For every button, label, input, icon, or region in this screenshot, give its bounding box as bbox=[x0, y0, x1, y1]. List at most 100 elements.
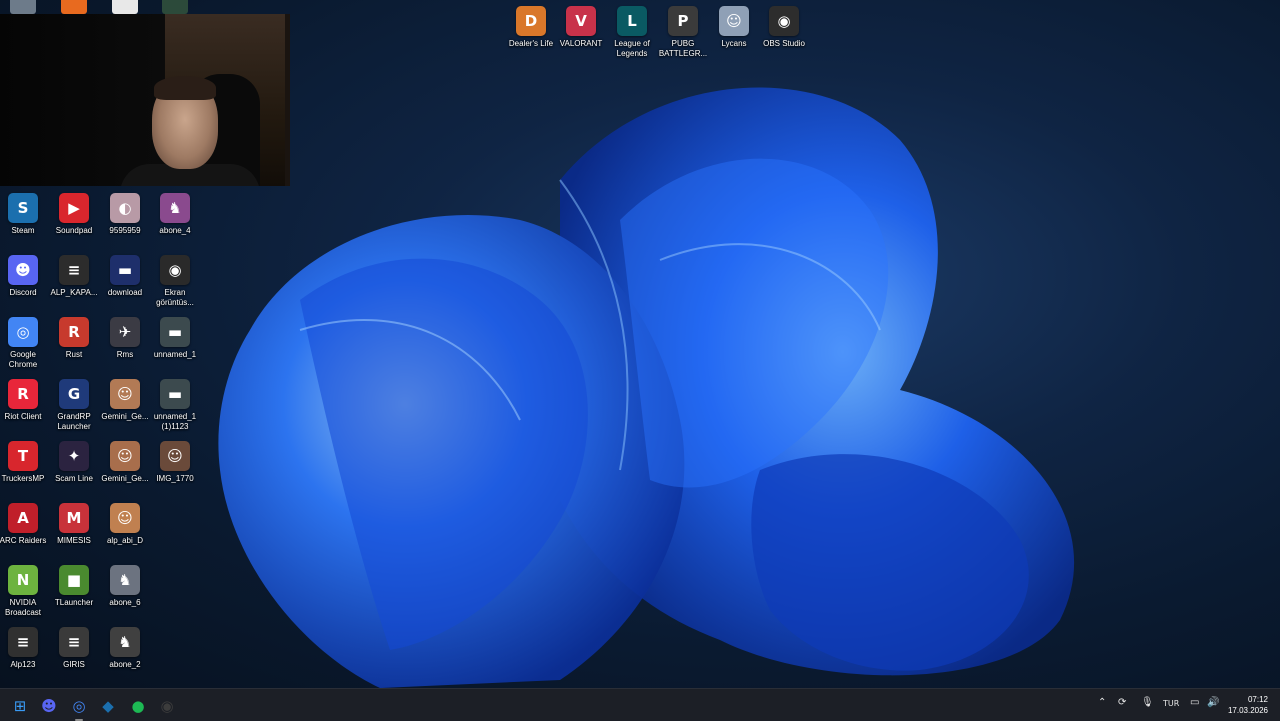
desktop-shortcut[interactable]: V VALORANT bbox=[555, 6, 607, 49]
obs-icon: ◉ bbox=[769, 6, 799, 36]
pubg-icon: P bbox=[668, 6, 698, 36]
shortcut-label: abone_2 bbox=[109, 660, 141, 669]
desktop-shortcut[interactable]: ♞ abone_2 bbox=[99, 627, 151, 670]
clock-time: 07:12 bbox=[1247, 695, 1268, 704]
shortcut-label: Alp123 bbox=[10, 660, 36, 669]
image-icon: ▬ bbox=[110, 255, 140, 285]
shortcut-label: PUBG BATTLEGR... bbox=[658, 39, 708, 58]
desktop-shortcut[interactable]: ▶ Soundpad bbox=[48, 193, 100, 236]
desktop-shortcut[interactable]: ◉ Ekran görüntüs... bbox=[149, 255, 201, 308]
desktop-shortcut[interactable]: ◎ Google Chrome bbox=[0, 317, 49, 370]
shortcut-label: VALORANT bbox=[559, 39, 603, 48]
desktop-shortcut[interactable]: ≡ Alp123 bbox=[0, 627, 49, 670]
obs-taskbar[interactable]: ◉ bbox=[156, 695, 178, 717]
discord-icon: ☻ bbox=[8, 255, 38, 285]
mimesis-icon: M bbox=[59, 503, 89, 533]
desktop-shortcut[interactable]: ✦ Scam Line bbox=[48, 441, 100, 484]
image-icon: ▬ bbox=[160, 317, 190, 347]
shortcut-label: GIRIS bbox=[63, 660, 85, 669]
desktop-shortcut[interactable]: A ARC Raiders bbox=[0, 503, 49, 546]
desktop-shortcut[interactable]: ☺ alp_abi_D bbox=[99, 503, 151, 546]
desktop-shortcut[interactable]: S Steam bbox=[0, 193, 49, 236]
chevron-up-icon[interactable]: ⌃ bbox=[1098, 697, 1106, 708]
shortcut-label: abone_6 bbox=[109, 598, 141, 607]
image-icon: ◐ bbox=[110, 193, 140, 223]
discord-taskbar[interactable]: ☻ bbox=[38, 695, 60, 717]
start-button[interactable]: ⊞ bbox=[9, 695, 31, 717]
language-indicator[interactable]: TUR bbox=[1163, 699, 1179, 708]
volume-icon[interactable]: 🔊 bbox=[1207, 697, 1219, 708]
shortcut-label: Discord bbox=[9, 288, 37, 297]
wolf-icon: ♞ bbox=[110, 627, 140, 657]
shortcut-label: Rms bbox=[116, 350, 134, 359]
shortcut-label: Rust bbox=[65, 350, 83, 359]
taskbar: ⊞ ☻ ◎ ◆ ● ◉ ⌃ ⟳ 🎙 TUR ▭ 🔊 07:12 17.03.2026 bbox=[0, 688, 1280, 721]
desktop-shortcut[interactable]: R Rust bbox=[48, 317, 100, 360]
desktop-shortcut[interactable]: ☺ Gemini_Ge... bbox=[99, 441, 151, 484]
shortcut-label: MIMESIS bbox=[57, 536, 91, 545]
rust-icon: R bbox=[59, 317, 89, 347]
steam-taskbar[interactable]: ◆ bbox=[97, 695, 119, 717]
desktop-shortcut[interactable]: G GrandRP Launcher bbox=[48, 379, 100, 432]
chrome-icon: ◎ bbox=[8, 317, 38, 347]
valorant-icon: V bbox=[566, 6, 596, 36]
photo-icon: ☺ bbox=[160, 441, 190, 471]
partial-icon-2[interactable] bbox=[61, 0, 87, 14]
network-icon[interactable]: ⟳ bbox=[1118, 697, 1126, 708]
desktop-shortcut[interactable]: ≡ GIRIS bbox=[48, 627, 100, 670]
desktop-shortcut[interactable]: ▬ unnamed_1 (1)1123 bbox=[149, 379, 201, 432]
alp-kapa-icon: ≡ bbox=[59, 255, 89, 285]
portrait-icon: ☺ bbox=[110, 441, 140, 471]
partial-icon-1[interactable] bbox=[10, 0, 36, 14]
chrome-icon: ◎ bbox=[72, 697, 86, 715]
desktop-shortcut[interactable]: ◐ 9595959 bbox=[99, 193, 151, 236]
spotify-taskbar[interactable]: ● bbox=[127, 695, 149, 717]
spotify-icon: ● bbox=[131, 697, 145, 715]
soundpad-icon: ▶ bbox=[59, 193, 89, 223]
display-icon[interactable]: ▭ bbox=[1190, 697, 1199, 708]
microphone-icon[interactable]: 🎙 bbox=[1141, 697, 1154, 708]
obs-icon: ◉ bbox=[160, 697, 174, 715]
desktop-shortcut[interactable]: ☺ Gemini_Ge... bbox=[99, 379, 151, 422]
desktop-shortcut[interactable]: N NVIDIA Broadcast bbox=[0, 565, 49, 618]
portrait-icon: ☺ bbox=[110, 503, 140, 533]
desktop-shortcut[interactable]: M MIMESIS bbox=[48, 503, 100, 546]
desktop-shortcut[interactable]: ▬ download bbox=[99, 255, 151, 298]
desktop-shortcut[interactable]: ♞ abone_4 bbox=[149, 193, 201, 236]
nvidia-icon: N bbox=[8, 565, 38, 595]
giris-icon: ≡ bbox=[59, 627, 89, 657]
desktop-shortcut[interactable]: ▬ unnamed_1 bbox=[149, 317, 201, 360]
windows-icon: ⊞ bbox=[13, 697, 27, 715]
shortcut-label: Gemini_Ge... bbox=[101, 474, 149, 483]
shortcut-label: Google Chrome bbox=[8, 350, 38, 369]
discord-icon: ☻ bbox=[41, 697, 57, 715]
desktop-shortcut[interactable]: ✈ Rms bbox=[99, 317, 151, 360]
shortcut-label: 9595959 bbox=[109, 226, 141, 235]
desktop-shortcut[interactable]: R Riot Client bbox=[0, 379, 49, 422]
clock-date: 17.03.2026 bbox=[1227, 706, 1268, 715]
desktop-shortcut[interactable]: D Dealer's Life bbox=[505, 6, 557, 49]
system-clock[interactable]: 07:12 17.03.2026 bbox=[1228, 694, 1268, 716]
shortcut-label: GrandRP Launcher bbox=[57, 412, 91, 431]
partial-icon-4[interactable] bbox=[162, 0, 188, 14]
desktop-shortcut[interactable]: ◉ OBS Studio bbox=[758, 6, 810, 49]
desktop-shortcut[interactable]: ■ TLauncher bbox=[48, 565, 100, 608]
shortcut-label: ALP_KAPA... bbox=[50, 288, 98, 297]
desktop-shortcut[interactable]: T TruckersMP bbox=[0, 441, 49, 484]
portrait-icon: ☺ bbox=[110, 379, 140, 409]
desktop-shortcut[interactable]: L League of Legends bbox=[606, 6, 658, 59]
webcam-hair bbox=[154, 76, 216, 100]
desktop-shortcut[interactable]: P PUBG BATTLEGR... bbox=[657, 6, 709, 59]
desktop-shortcut[interactable]: ☻ Discord bbox=[0, 255, 49, 298]
shortcut-label: Ekran görüntüs... bbox=[156, 288, 194, 307]
desktop-shortcut[interactable]: ♞ abone_6 bbox=[99, 565, 151, 608]
desktop-shortcut[interactable]: ☺ IMG_1770 bbox=[149, 441, 201, 484]
desktop-shortcut[interactable]: ≡ ALP_KAPA... bbox=[48, 255, 100, 298]
lycans-icon: ☺ bbox=[719, 6, 749, 36]
shortcut-label: alp_abi_D bbox=[106, 536, 144, 545]
chrome-taskbar[interactable]: ◎ bbox=[68, 695, 90, 721]
dealers-life-icon: D bbox=[516, 6, 546, 36]
desktop-shortcut[interactable]: ☺ Lycans bbox=[708, 6, 760, 49]
shortcut-label: NVIDIA Broadcast bbox=[4, 598, 42, 617]
partial-icon-3[interactable] bbox=[112, 0, 138, 14]
